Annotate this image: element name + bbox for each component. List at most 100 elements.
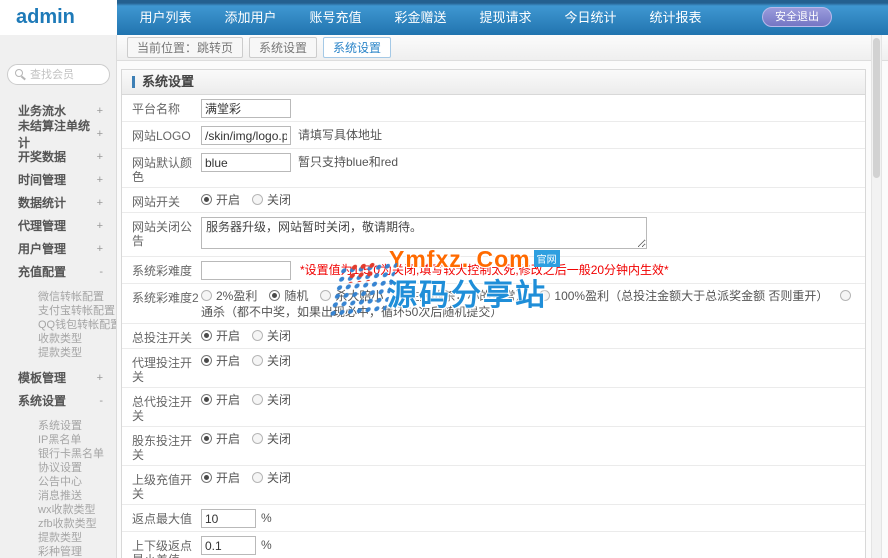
breadcrumb: 当前位置：跳转页系统设置系统设置 [117, 35, 888, 61]
sidebar-group-6[interactable]: 用户管理+ [0, 237, 116, 260]
sys-difficulty2-option-0[interactable]: 2%盈利 [201, 289, 257, 303]
sidebar-subitem-9-3[interactable]: 协议设置 [0, 461, 116, 475]
close-notice-label: 网站关闭公告 [132, 216, 201, 248]
nav-item-3[interactable]: 彩金赠送 [378, 0, 463, 35]
nav-item-1[interactable]: 添加用户 [208, 0, 293, 35]
radio-checked-icon[interactable] [201, 472, 212, 483]
sidebar-submenu: 微信转帐配置支付宝转帐配置QQ钱包转帐配置收款类型提款类型 [0, 290, 116, 360]
radio-icon[interactable] [252, 394, 263, 405]
radio-checked-icon[interactable] [201, 194, 212, 205]
sys-difficulty2-option-label: 100%盈利（总投注金额大于总派奖金额 否则重开） [554, 289, 828, 303]
form-row-agent-bet-switch: 代理投注开关开启关闭 [122, 349, 865, 388]
platform-name-input[interactable] [201, 99, 291, 118]
shareholder-bet-switch-option-label: 开启 [216, 432, 240, 446]
sidebar-subitem-7-3[interactable]: 收款类型 [0, 332, 116, 346]
sidebar-subitem-9-8[interactable]: 提款类型 [0, 531, 116, 545]
rebate-max-label: 返点最大值 [132, 508, 201, 526]
minus-icon: - [99, 266, 103, 278]
sidebar-group-8[interactable]: 模板管理+ [0, 366, 116, 389]
sidebar-subitem-7-2[interactable]: QQ钱包转帐配置 [0, 318, 116, 332]
form-row-close-notice: 网站关闭公告 [122, 213, 865, 257]
agent-bet-switch-option-1[interactable]: 关闭 [252, 354, 291, 368]
breadcrumb-item-0[interactable]: 当前位置：跳转页 [127, 37, 243, 58]
gagent-bet-switch-option-label: 关闭 [267, 393, 291, 407]
sidebar-subitem-9-7[interactable]: zfb收款类型 [0, 517, 116, 531]
sidebar: 业务流水+未结算注单统计+开奖数据+时间管理+数据统计+代理管理+用户管理+充值… [0, 35, 117, 558]
radio-icon[interactable] [840, 290, 851, 301]
radio-checked-icon[interactable] [201, 394, 212, 405]
radio-icon[interactable] [252, 355, 263, 366]
radio-icon[interactable] [252, 330, 263, 341]
parent-recharge-switch-option-0[interactable]: 开启 [201, 471, 240, 485]
sidebar-subitem-7-4[interactable]: 提款类型 [0, 346, 116, 360]
nav-item-2[interactable]: 账号充值 [293, 0, 378, 35]
site-color-input[interactable] [201, 153, 291, 172]
sidebar-subitem-9-4[interactable]: 公告中心 [0, 475, 116, 489]
content-area: 系统设置 平台名称网站LOGO请填写具体地址网站默认颜色暂只支持blue和red… [117, 61, 888, 558]
site-logo-input[interactable] [201, 126, 291, 145]
platform-name-label: 平台名称 [132, 98, 201, 116]
sidebar-subitem-9-9[interactable]: 彩种管理 [0, 545, 116, 558]
sys-difficulty2-option-3[interactable]: 100%盈利（总投注金额大于总派奖金额 否则重开） [539, 289, 828, 303]
sidebar-subitem-9-6[interactable]: wx收款类型 [0, 503, 116, 517]
form-row-site-switch: 网站开关开启关闭 [122, 188, 865, 213]
nav-item-4[interactable]: 提现请求 [463, 0, 548, 35]
settings-form: 平台名称网站LOGO请填写具体地址网站默认颜色暂只支持blue和red网站开关开… [122, 95, 865, 558]
sidebar-group-1[interactable]: 未结算注单统计+ [0, 122, 116, 145]
agent-bet-switch-option-0[interactable]: 开启 [201, 354, 240, 368]
rebate-min-diff-input[interactable] [201, 536, 256, 555]
sys-difficulty2-option-2[interactable]: 杀大赔小（投注大的杀，小的正常） [320, 289, 527, 303]
shareholder-bet-switch-label: 股东投注开关 [132, 430, 201, 462]
nav-item-6[interactable]: 统计报表 [633, 0, 718, 35]
total-bet-switch-option-1[interactable]: 关闭 [252, 329, 291, 343]
gagent-bet-switch-option-0[interactable]: 开启 [201, 393, 240, 407]
form-row-site-logo: 网站LOGO请填写具体地址 [122, 122, 865, 149]
shareholder-bet-switch-option-1[interactable]: 关闭 [252, 432, 291, 446]
parent-recharge-switch-option-1[interactable]: 关闭 [252, 471, 291, 485]
close-notice-textarea[interactable] [201, 217, 647, 249]
sidebar-subitem-9-1[interactable]: IP黑名单 [0, 433, 116, 447]
sidebar-subitem-9-5[interactable]: 消息推送 [0, 489, 116, 503]
radio-checked-icon[interactable] [201, 330, 212, 341]
sidebar-subitem-7-1[interactable]: 支付宝转帐配置 [0, 304, 116, 318]
plus-icon: + [97, 128, 103, 140]
sidebar-subitem-7-0[interactable]: 微信转帐配置 [0, 290, 116, 304]
site-switch-label: 网站开关 [132, 191, 201, 209]
form-row-gagent-bet-switch: 总代投注开关开启关闭 [122, 388, 865, 427]
total-bet-switch-option-0[interactable]: 开启 [201, 329, 240, 343]
radio-icon[interactable] [252, 194, 263, 205]
nav-item-5[interactable]: 今日统计 [548, 0, 633, 35]
sys-difficulty2-option-1[interactable]: 随机 [269, 289, 308, 303]
rebate-max-input[interactable] [201, 509, 256, 528]
sidebar-group-2[interactable]: 开奖数据+ [0, 145, 116, 168]
radio-checked-icon[interactable] [201, 433, 212, 444]
sidebar-group-7[interactable]: 充值配置- [0, 260, 116, 283]
shareholder-bet-switch-option-0[interactable]: 开启 [201, 432, 240, 446]
radio-icon[interactable] [252, 433, 263, 444]
radio-icon[interactable] [320, 290, 331, 301]
site-switch-option-0[interactable]: 开启 [201, 193, 240, 207]
sidebar-group-5[interactable]: 代理管理+ [0, 214, 116, 237]
breadcrumb-item-2[interactable]: 系统设置 [323, 37, 391, 58]
nav-item-0[interactable]: 用户列表 [123, 0, 208, 35]
breadcrumb-item-1[interactable]: 系统设置 [249, 37, 317, 58]
radio-checked-icon[interactable] [269, 290, 280, 301]
gagent-bet-switch-option-1[interactable]: 关闭 [252, 393, 291, 407]
sidebar-subitem-9-2[interactable]: 银行卡黑名单 [0, 447, 116, 461]
top-navbar: admin 用户列表添加用户账号充值彩金赠送提现请求今日统计统计报表 安全退出 [0, 0, 888, 35]
sys-difficulty-input[interactable] [201, 261, 291, 280]
radio-icon[interactable] [539, 290, 550, 301]
site-color-label: 网站默认颜色 [132, 152, 201, 184]
radio-icon[interactable] [252, 472, 263, 483]
site-switch-option-1[interactable]: 关闭 [252, 193, 291, 207]
logout-button[interactable]: 安全退出 [762, 7, 832, 27]
radio-checked-icon[interactable] [201, 355, 212, 366]
sidebar-group-9[interactable]: 系统设置- [0, 389, 116, 412]
sidebar-subitem-9-0[interactable]: 系统设置 [0, 419, 116, 433]
sidebar-group-4[interactable]: 数据统计+ [0, 191, 116, 214]
radio-icon[interactable] [201, 290, 212, 301]
scrollbar-thumb[interactable] [873, 38, 880, 178]
site-logo-hint: 请填写具体地址 [298, 128, 382, 142]
sidebar-group-3[interactable]: 时间管理+ [0, 168, 116, 191]
vertical-scrollbar[interactable] [871, 35, 882, 558]
